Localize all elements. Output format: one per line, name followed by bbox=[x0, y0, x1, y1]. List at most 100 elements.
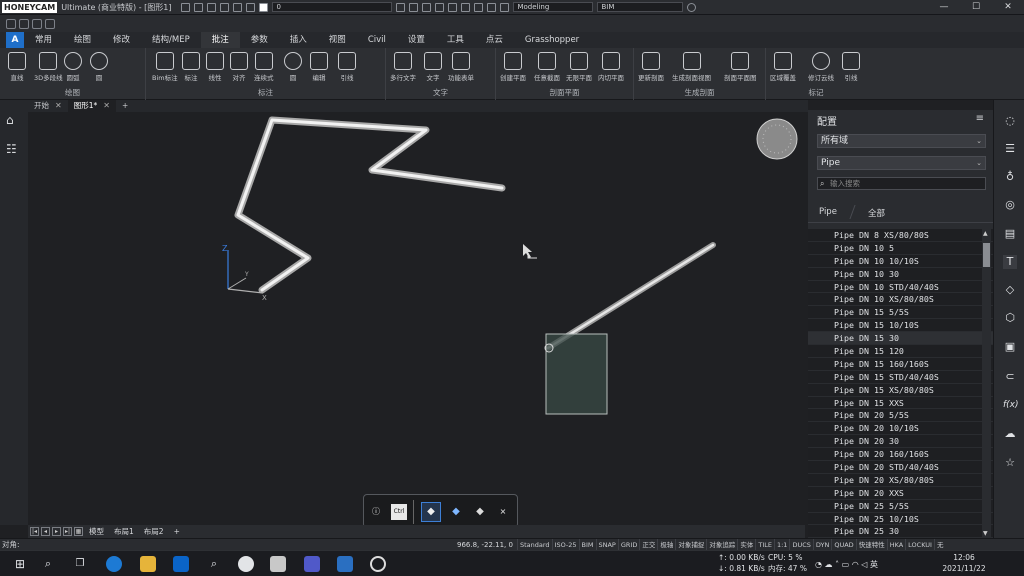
doc-tab-start[interactable]: 开始 ✕ bbox=[28, 100, 68, 112]
style-select[interactable]: BIM bbox=[597, 2, 684, 12]
cad-app-icon[interactable] bbox=[337, 556, 353, 572]
category-select[interactable]: Pipe ⌄ bbox=[817, 156, 986, 170]
scrollbar-thumb[interactable] bbox=[983, 243, 990, 267]
status-otrack[interactable]: 对象追踪 bbox=[706, 538, 737, 551]
tab-modify[interactable]: 修改 bbox=[102, 32, 141, 48]
mtext-button[interactable]: 多行文字 bbox=[390, 52, 416, 82]
close-icon[interactable]: × bbox=[495, 504, 511, 520]
cloud-upload-icon[interactable]: ☁ bbox=[1003, 427, 1017, 441]
text-button[interactable]: 文字 bbox=[424, 52, 442, 82]
ime-indicator[interactable]: 英 bbox=[870, 560, 878, 569]
section-plan-button[interactable]: 剖面平面图 bbox=[724, 52, 757, 82]
outlook-icon[interactable] bbox=[173, 556, 189, 572]
bim-dim-button[interactable]: Bim标注 bbox=[152, 52, 178, 82]
list-item[interactable]: Pipe DN 15 120 bbox=[808, 345, 993, 358]
list-scrollbar[interactable]: ▲ ▼ bbox=[982, 229, 991, 538]
hamburger-menu-icon[interactable]: ≡ bbox=[976, 113, 984, 124]
list-item[interactable]: Pipe DN 10 5 bbox=[808, 242, 993, 255]
close-icon[interactable]: ✕ bbox=[103, 101, 110, 110]
section-plane[interactable] bbox=[545, 333, 608, 415]
infinite-plane-button[interactable]: 无限平面 bbox=[566, 52, 592, 82]
last-layout-icon[interactable]: ▸| bbox=[63, 527, 72, 536]
scroll-up-icon[interactable]: ▲ bbox=[983, 230, 988, 237]
sliders-icon[interactable]: ☰ bbox=[1003, 142, 1017, 156]
new-tab-button[interactable]: + bbox=[116, 100, 134, 112]
maximize-button[interactable]: ☐ bbox=[960, 0, 992, 15]
status-dyn[interactable]: DYN bbox=[812, 538, 831, 551]
list-item[interactable]: Pipe DN 15 5/5S bbox=[808, 306, 993, 320]
generate-section-view-button[interactable]: 生成剖面视图 bbox=[672, 52, 711, 82]
tab-point-cloud[interactable]: 点云 bbox=[475, 32, 514, 48]
tab-settings[interactable]: 设置 bbox=[397, 32, 436, 48]
function-icon[interactable]: f(x) bbox=[1003, 398, 1019, 412]
layout-icon[interactable] bbox=[500, 2, 510, 12]
task-view-icon[interactable]: ❒ bbox=[72, 556, 88, 572]
ctrl-button[interactable]: Ctrl bbox=[391, 504, 407, 520]
select-solid-icon[interactable]: ◆ bbox=[472, 504, 488, 520]
open-file-icon[interactable] bbox=[194, 2, 204, 12]
close-window-button[interactable]: ✕ bbox=[992, 0, 1024, 15]
tab-view[interactable]: 视图 bbox=[318, 32, 357, 48]
lineweight-icon[interactable] bbox=[45, 18, 55, 29]
text-style-icon[interactable]: T bbox=[1003, 255, 1017, 269]
select-cube-icon[interactable]: ◆ bbox=[421, 502, 441, 522]
list-item[interactable]: Pipe DN 20 XXS bbox=[808, 487, 993, 500]
search-input[interactable]: ⌕ 输入搜索 bbox=[817, 177, 986, 190]
help-icon[interactable] bbox=[687, 2, 697, 12]
command-prompt[interactable]: 对角: bbox=[2, 539, 457, 550]
status-scale[interactable]: 1:1 bbox=[773, 538, 789, 551]
visual-style-icon[interactable] bbox=[461, 2, 471, 12]
tab-all[interactable]: 全部 bbox=[868, 207, 885, 219]
list-item[interactable]: Pipe DN 20 STD/40/40S bbox=[808, 461, 993, 474]
list-item[interactable]: Pipe DN 8 XS/80/80S bbox=[808, 229, 993, 242]
list-item[interactable]: Pipe DN 20 XS/80/80S bbox=[808, 474, 993, 487]
list-item-selected[interactable]: Pipe DN 15 30 bbox=[808, 332, 993, 346]
tab-model[interactable]: 模型 bbox=[85, 525, 108, 538]
tab-draw[interactable]: 绘图 bbox=[63, 32, 102, 48]
status-tile[interactable]: TILE bbox=[755, 538, 774, 551]
status-none[interactable]: 无 bbox=[933, 538, 946, 551]
dim-edit-button[interactable]: 编辑 bbox=[310, 52, 328, 82]
close-icon[interactable]: ✕ bbox=[55, 101, 62, 110]
list-item[interactable]: Pipe DN 10 XS/80/80S bbox=[808, 293, 993, 307]
bulb-icon[interactable]: ◌ bbox=[1003, 114, 1017, 128]
home-icon[interactable]: ⌂ bbox=[6, 113, 14, 127]
field-table-button[interactable]: 功能表单 bbox=[448, 52, 474, 82]
redo-icon[interactable] bbox=[233, 2, 243, 12]
aligned-dim-button[interactable]: 对齐 bbox=[230, 52, 248, 82]
tab-home[interactable]: 常用 bbox=[24, 32, 63, 48]
radius-dim-button[interactable]: 圆 bbox=[284, 52, 302, 82]
status-dim-style[interactable]: ISO-25 bbox=[551, 538, 579, 551]
list-item[interactable]: Pipe DN 15 160/160S bbox=[808, 358, 993, 371]
tab-tools[interactable]: 工具 bbox=[436, 32, 475, 48]
dim-button[interactable]: 标注 bbox=[182, 52, 200, 82]
inner-plane-button[interactable]: 内切平面 bbox=[598, 52, 624, 82]
new-file-icon[interactable] bbox=[181, 2, 191, 12]
clip-icon[interactable]: ⊂ bbox=[1003, 370, 1017, 384]
chevron-up-icon[interactable]: ˄ bbox=[835, 560, 839, 569]
list-item[interactable]: Pipe DN 25 10/10S bbox=[808, 513, 993, 526]
list-item[interactable]: Pipe DN 20 10/10S bbox=[808, 422, 993, 436]
tab-grasshopper[interactable]: Grasshopper bbox=[514, 32, 590, 48]
status-ortho[interactable]: 正交 bbox=[639, 538, 657, 551]
status-grid[interactable]: GRID bbox=[617, 538, 639, 551]
any-section-button[interactable]: 任意截面 bbox=[534, 52, 560, 82]
wifi-icon[interactable]: ◠ bbox=[852, 560, 859, 569]
tab-annotate[interactable]: 批注 bbox=[200, 32, 240, 48]
layer-color-icon[interactable] bbox=[259, 2, 269, 12]
file-explorer-icon[interactable] bbox=[140, 556, 156, 572]
stack-icon[interactable]: ◇ bbox=[1003, 283, 1017, 297]
linetype-icon[interactable] bbox=[32, 18, 42, 29]
grid-icon[interactable] bbox=[487, 2, 497, 12]
drawing-canvas[interactable]: Z X Y bbox=[28, 112, 805, 525]
arc-button[interactable]: 圆弧 bbox=[64, 52, 82, 82]
domain-select[interactable]: 所有域 ⌄ bbox=[817, 134, 986, 148]
search-app-icon[interactable]: ⌕ bbox=[206, 556, 222, 572]
select-box-icon[interactable]: ◆ bbox=[448, 504, 464, 520]
layer-props-icon[interactable] bbox=[396, 2, 406, 12]
first-layout-icon[interactable]: |◂ bbox=[30, 527, 39, 536]
clock[interactable]: 12:06 2021/11/22 bbox=[936, 552, 992, 574]
list-item[interactable]: Pipe DN 20 5/5S bbox=[808, 409, 993, 423]
line-button[interactable]: 直线 bbox=[8, 52, 26, 82]
revcloud-button[interactable]: 修订云线 bbox=[808, 52, 834, 82]
